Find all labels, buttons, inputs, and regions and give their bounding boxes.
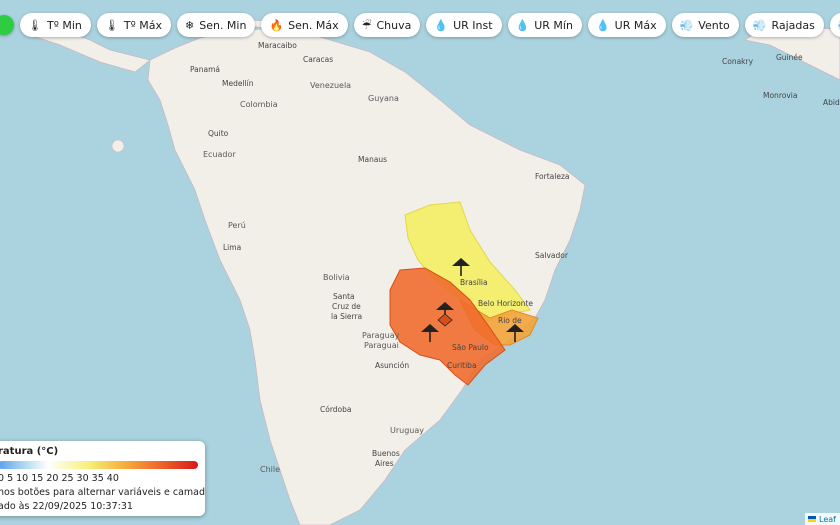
map-label-aires: Aires: [375, 459, 394, 468]
map-label-curitiba: Curitiba: [447, 361, 477, 370]
chip-sen-min[interactable]: ❄ Sen. Min: [177, 13, 256, 37]
sen-max-icon: 🔥: [269, 18, 284, 32]
map-label-per-: Perú: [228, 221, 246, 230]
chip-ur-inst[interactable]: 💧 UR Inst: [426, 13, 502, 37]
map-label-bras-lia: Brasília: [460, 278, 488, 287]
map-label-asunci-n: Asunción: [375, 361, 409, 370]
chip-chuva[interactable]: ☔ Chuva: [353, 13, 421, 37]
chip-label: Tº Min: [46, 18, 82, 32]
map-label-conakry: Conakry: [722, 57, 754, 66]
attribution-text[interactable]: Leaf: [819, 515, 836, 524]
chip-vento[interactable]: 💨 Vento: [671, 13, 739, 37]
map-label-caracas: Caracas: [303, 55, 333, 64]
chip-label: Vento: [698, 18, 730, 32]
map-label-s-o-paulo: São Paulo: [452, 343, 489, 352]
chip-sen-max[interactable]: 🔥 Sen. Máx: [261, 13, 348, 37]
temperature-legend: ratura (°C) 0 5 10 15 20 25 30 35 40 nos…: [0, 441, 205, 516]
rajadas-icon: 💨: [752, 18, 767, 32]
map-label-panam-: Panamá: [190, 65, 220, 74]
map-label-cruz-de: Cruz de: [332, 302, 361, 311]
status-dot[interactable]: [0, 15, 14, 35]
chip-label: UR Máx: [614, 18, 657, 32]
map-label-guin-e: Guinée: [776, 53, 803, 62]
legend-hint: nos botões para alternar variáveis e cam…: [0, 487, 205, 498]
chip-label: Rajadas: [771, 18, 815, 32]
map-label-quito: Quito: [208, 129, 229, 138]
map-label-guyana: Guyana: [368, 94, 399, 103]
sen-min-icon: ❄: [185, 18, 195, 32]
map-label-bolivia: Bolivia: [323, 273, 350, 282]
map-label-monrovia: Monrovia: [763, 91, 797, 100]
legend-updated: ado às 22/09/2025 10:37:31: [0, 501, 133, 512]
ukraine-flag-icon: [808, 516, 817, 522]
ur-min-icon: 💧: [515, 18, 530, 32]
chip-label: UR Mín: [534, 18, 573, 32]
chip-rajadas[interactable]: 💨 Rajadas: [744, 13, 824, 37]
galapagos-islands: [111, 139, 125, 153]
map-label-paraguay: Paraguay: [362, 331, 400, 340]
map-label-uruguay: Uruguay: [390, 426, 424, 435]
tmin-icon: 🌡: [28, 18, 42, 32]
chip-tmax[interactable]: 🌡 Tº Máx: [96, 13, 171, 37]
variable-toolbar: 🌡 Tº Min 🌡 Tº Máx ❄ Sen. Min 🔥 Sen. Máx ☔ Chuva 💧 U…: [0, 6, 840, 44]
chip-ur-max[interactable]: 💧 UR Máx: [587, 13, 666, 37]
chip-label: UR Inst: [453, 18, 493, 32]
chuva-icon: ☔: [361, 18, 372, 32]
map-label-la-sierra: la Sierra: [331, 312, 362, 321]
legend-color-bar: [0, 461, 198, 469]
map-label-fortaleza: Fortaleza: [535, 172, 570, 181]
map-label-buenos: Buenos: [372, 449, 400, 458]
ur-inst-icon: 💧: [434, 18, 449, 32]
leaflet-attribution[interactable]: Leaf: [805, 513, 840, 525]
map-label-chile: Chile: [260, 465, 280, 474]
chip-label: Sen. Máx: [288, 18, 339, 32]
chip-rajadas-max[interactable]: 💨Rajadas Max: [829, 13, 840, 37]
map-label-santa: Santa: [333, 292, 355, 301]
map-label-paraguai: Paraguai: [364, 341, 399, 350]
vento-icon: 💨: [679, 18, 694, 32]
map-label-salvador: Salvador: [535, 251, 569, 260]
chip-ur-min[interactable]: 💧 UR Mín: [507, 13, 582, 37]
map-label-ecuador: Ecuador: [203, 150, 236, 159]
map-label-manaus: Manaus: [358, 155, 387, 164]
map-label-venezuela: Venezuela: [310, 81, 351, 90]
map-label-belo-horizonte: Belo Horizonte: [478, 299, 533, 308]
chip-label: Chuva: [376, 18, 412, 32]
chip-label: Tº Máx: [123, 18, 162, 32]
map-label-c-rdoba: Córdoba: [320, 405, 351, 414]
map-label-colombia: Colombia: [240, 100, 278, 109]
map-label-rio-de: Rio de: [498, 316, 522, 325]
map-label-abid: Abid: [823, 98, 840, 107]
chip-label: Sen. Min: [199, 18, 247, 32]
tmax-icon: 🌡: [104, 18, 119, 32]
map-label-medell-n: Medellín: [222, 79, 254, 88]
ur-max-icon: 💧: [595, 18, 610, 32]
map-label-lima: Lima: [223, 243, 241, 252]
chip-tmin[interactable]: 🌡 Tº Min: [20, 13, 91, 37]
legend-ticks: 0 5 10 15 20 25 30 35 40: [0, 473, 119, 484]
legend-title: ratura (°C): [0, 446, 59, 457]
